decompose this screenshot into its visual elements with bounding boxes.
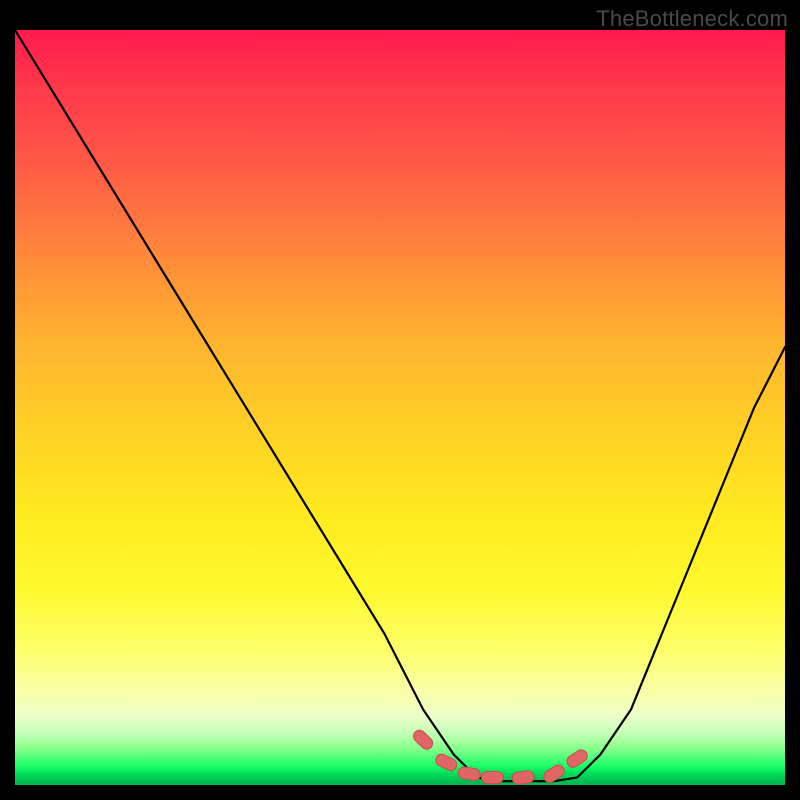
chart-plot-area [15, 30, 785, 785]
chart-background-gradient [15, 30, 785, 785]
watermark-text: TheBottleneck.com [596, 6, 788, 32]
